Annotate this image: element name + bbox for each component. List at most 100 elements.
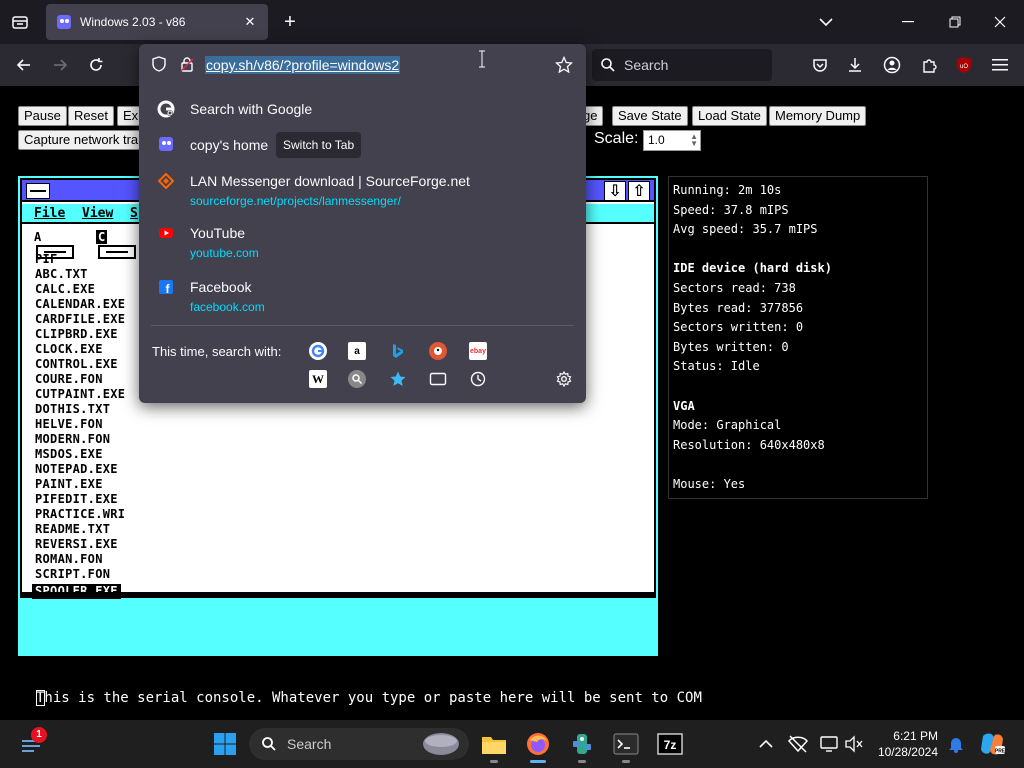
file-list-item[interactable]: CLOCK.EXE [32,342,128,357]
result-copys-home[interactable]: copy's home [139,132,586,162]
notification-badge: 1 [31,727,47,743]
stat-sectors-read: Sectors read: 738 [673,280,796,295]
app-icon[interactable] [566,728,598,760]
dropdown-divider [151,325,574,326]
search-bar[interactable]: Search [592,49,772,81]
history-icon[interactable] [469,370,487,388]
system-menu-icon[interactable] [26,183,50,199]
result-youtube[interactable]: YouTube youtube.com [139,224,586,266]
pause-button[interactable]: Pause [18,106,67,126]
tabs-icon[interactable] [429,370,447,388]
file-list-item[interactable]: REVERSI.EXE [32,537,128,552]
drive-a[interactable]: A [34,230,74,259]
forward-icon[interactable] [48,53,72,77]
restore-icon[interactable] [943,10,967,34]
bookmark-star-icon[interactable] [555,56,573,74]
menu-icon[interactable] [988,53,1012,77]
ebay-icon[interactable]: ebay [469,342,487,360]
ibeam-cursor-icon [479,50,485,68]
bing-icon[interactable] [389,342,407,360]
bookmarks-icon[interactable] [389,370,407,388]
google-engine-icon[interactable] [309,342,327,360]
menu-file[interactable]: File [34,206,65,221]
terminal-icon[interactable] [610,728,642,760]
network-icon[interactable] [782,728,814,760]
taskbar-clock[interactable]: 6:21 PM 10/28/2024 [872,728,938,760]
file-list-item[interactable]: NOTEPAD.EXE [32,462,128,477]
tab-close-icon[interactable]: ✕ [242,14,258,30]
close-window-icon[interactable] [988,10,1012,34]
file-list-item[interactable]: CONTROL.EXE [32,357,128,372]
minimize-icon[interactable] [896,10,920,34]
volume-muted-icon[interactable] [838,728,870,760]
maximize-arrow-icon[interactable]: ⇧ [628,181,650,201]
lock-icon[interactable] [179,56,195,72]
list-all-tabs-icon[interactable] [814,10,838,34]
downloads-icon[interactable] [843,53,867,77]
taskbar-search[interactable]: Search [249,728,469,760]
file-list-item[interactable]: PIFEDIT.EXE [32,492,128,507]
file-list-item[interactable]: PRACTICE.WRI [32,507,128,522]
file-list-item[interactable]: README.TXT [32,522,128,537]
result-search-google[interactable]: Search with Google [139,94,586,124]
file-list-item[interactable]: PIF [32,252,128,267]
switch-to-tab-chip[interactable]: Switch to Tab [276,132,362,158]
memory-dump-button[interactable]: Memory Dump [769,106,867,126]
file-list-item[interactable]: CLIPBRD.EXE [32,327,128,342]
svg-text:7z: 7z [664,738,677,752]
file-list-item[interactable]: ROMAN.FON [32,552,128,567]
menu-special[interactable]: S [130,206,138,221]
ublock-origin-icon[interactable]: uO [952,53,976,77]
search-engine-icon[interactable] [348,370,366,388]
spinner-icon[interactable]: ▲ ▼ [690,133,698,148]
tab-list-button[interactable] [6,8,34,36]
tab-windows-v86[interactable]: Windows 2.03 - v86 ✕ [46,4,268,40]
account-icon[interactable] [880,53,904,77]
file-list-item[interactable]: PAINT.EXE [32,477,128,492]
7zip-icon[interactable]: 7z [654,728,686,760]
show-hidden-icons-icon[interactable] [750,728,782,760]
file-list-item[interactable]: MSDOS.EXE [32,447,128,462]
menu-view[interactable]: View [82,206,113,221]
search-settings-icon[interactable] [555,370,573,388]
wikipedia-icon[interactable]: W [309,370,327,388]
duckduckgo-icon[interactable] [429,342,447,360]
search-highlight-icon [423,733,459,755]
pocket-icon[interactable] [808,53,832,77]
file-list-item[interactable]: COURE.FON [32,372,128,387]
result-facebook[interactable]: f Facebook facebook.com [139,278,586,320]
file-list-item[interactable]: MODERN.FON [32,432,128,447]
file-list-item[interactable]: CUTPAINT.EXE [32,387,128,402]
notifications-bell-icon[interactable] [940,728,972,760]
new-tab-button[interactable]: + [278,10,302,34]
capture-network-button[interactable]: Capture network tra [18,130,145,150]
firefox-icon[interactable] [522,728,554,760]
file-list-item[interactable]: DOTHIS.TXT [32,402,128,417]
file-list-item[interactable]: ABC.TXT [32,267,128,282]
back-icon[interactable] [12,53,36,77]
file-list-item[interactable]: CALENDAR.EXE [32,297,128,312]
reset-button[interactable]: Reset [68,106,114,126]
scale-input[interactable]: 1.0 ▲ ▼ [643,130,701,151]
copilot-icon[interactable]: PRE [976,728,1008,760]
file-list-item[interactable]: CARDFILE.EXE [32,312,128,327]
file-explorer-icon[interactable] [478,728,510,760]
amazon-icon[interactable]: a [348,342,366,360]
start-icon[interactable] [209,728,241,760]
result-title: LAN Messenger download | SourceForge.net [190,173,470,189]
load-state-button[interactable]: Load State [692,106,767,126]
file-list-item[interactable]: HELVE.FON [32,417,128,432]
file-list-item[interactable]: CALC.EXE [32,282,128,297]
file-list-item[interactable]: SCRIPT.FON [32,567,128,582]
result-sourceforge[interactable]: LAN Messenger download | SourceForge.net… [139,170,586,212]
minimize-arrow-icon[interactable]: ⇩ [604,181,626,201]
drive-c[interactable]: C [96,230,136,259]
extensions-icon[interactable] [917,53,941,77]
url-input[interactable]: copy.sh/v86/?profile=windows2 [139,44,586,84]
serial-console[interactable]: This is the serial console. Whatever you… [0,688,1006,718]
reload-icon[interactable] [84,53,108,77]
stat-avg-speed: Avg speed: 35.7 mIPS [673,222,818,237]
tracking-protection-icon[interactable] [151,56,167,72]
save-state-button[interactable]: Save State [612,106,688,126]
sourceforge-icon [157,172,175,190]
